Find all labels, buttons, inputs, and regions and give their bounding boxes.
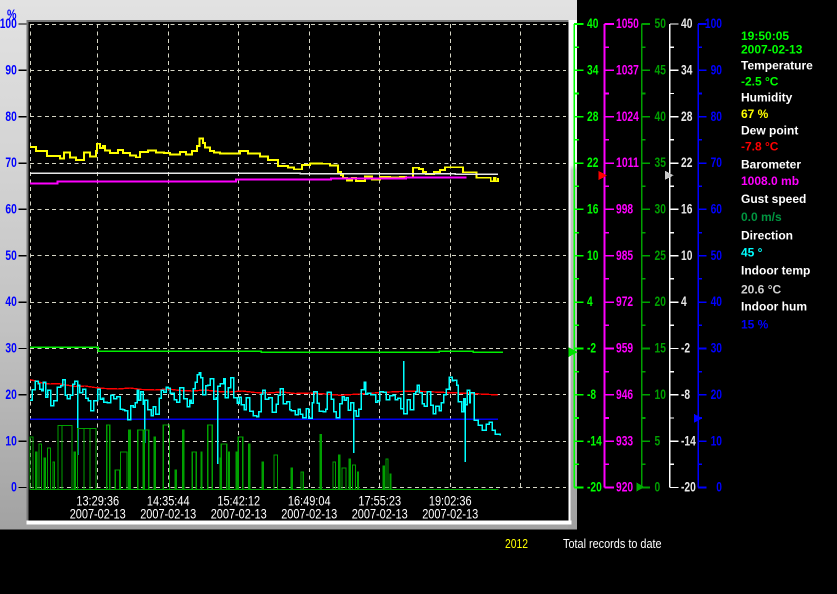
svg-text:100: 100 (705, 16, 722, 31)
svg-text:20: 20 (655, 294, 666, 309)
svg-text:946: 946 (616, 387, 633, 402)
svg-text:10: 10 (587, 248, 598, 263)
svg-text:-7.8 °C: -7.8 °C (741, 140, 779, 154)
svg-text:22: 22 (587, 155, 598, 170)
svg-text:0: 0 (716, 480, 722, 495)
svg-text:1050: 1050 (616, 16, 639, 31)
svg-text:28: 28 (681, 109, 693, 124)
svg-text:-20: -20 (681, 480, 696, 495)
svg-text:28: 28 (587, 109, 599, 124)
svg-text:30: 30 (711, 341, 722, 356)
svg-text:4: 4 (681, 294, 687, 309)
svg-text:45: 45 (655, 62, 667, 77)
svg-text:15 %: 15 % (741, 318, 769, 332)
svg-text:1037: 1037 (616, 62, 639, 77)
svg-text:0: 0 (11, 480, 17, 495)
svg-text:20: 20 (711, 387, 722, 402)
svg-text:2007-02-13: 2007-02-13 (352, 506, 408, 522)
svg-text:50: 50 (5, 248, 16, 263)
svg-text:2012: 2012 (505, 537, 528, 551)
svg-text:60: 60 (5, 202, 16, 217)
svg-text:67 %: 67 % (741, 107, 769, 121)
svg-text:20.6 °C: 20.6 °C (741, 282, 781, 296)
svg-text:2007-02-13: 2007-02-13 (741, 43, 803, 57)
svg-text:Total records to date: Total records to date (563, 537, 662, 551)
svg-text:-8: -8 (681, 387, 690, 402)
svg-text:0: 0 (655, 480, 661, 495)
svg-text:80: 80 (711, 109, 722, 124)
svg-text:Barometer: Barometer (741, 158, 801, 172)
svg-text:1008.0 mb: 1008.0 mb (741, 174, 799, 188)
svg-text:70: 70 (5, 155, 16, 170)
svg-text:16: 16 (681, 202, 693, 217)
svg-text:25: 25 (655, 248, 667, 263)
svg-text:-2: -2 (587, 341, 596, 356)
svg-text:16: 16 (587, 202, 599, 217)
svg-text:1024: 1024 (616, 109, 639, 124)
svg-text:Indoor hum: Indoor hum (741, 299, 807, 313)
svg-text:5: 5 (655, 433, 661, 448)
svg-text:Dew point: Dew point (741, 123, 798, 137)
svg-text:-14: -14 (681, 433, 696, 448)
svg-text:Humidity: Humidity (741, 91, 793, 105)
svg-text:933: 933 (616, 433, 633, 448)
svg-text:2007-02-13: 2007-02-13 (211, 506, 267, 522)
svg-text:Temperature: Temperature (741, 59, 813, 73)
svg-text:90: 90 (711, 62, 722, 77)
svg-text:35: 35 (655, 155, 667, 170)
svg-text:10: 10 (681, 248, 692, 263)
svg-text:Gust speed: Gust speed (741, 192, 806, 206)
svg-text:30: 30 (655, 202, 666, 217)
svg-text:40: 40 (5, 294, 16, 309)
svg-text:2007-02-13: 2007-02-13 (281, 506, 337, 522)
svg-text:0.0 m/s: 0.0 m/s (741, 210, 782, 224)
svg-text:920: 920 (616, 480, 633, 495)
svg-text:30: 30 (5, 341, 16, 356)
svg-text:60: 60 (711, 202, 722, 217)
svg-text:Direction: Direction (741, 228, 793, 242)
svg-text:40: 40 (655, 109, 666, 124)
svg-text:40: 40 (587, 16, 598, 31)
svg-text:45 °: 45 ° (741, 246, 763, 260)
svg-text:50: 50 (655, 16, 666, 31)
svg-text:2007-02-13: 2007-02-13 (422, 506, 478, 522)
svg-text:2007-02-13: 2007-02-13 (70, 506, 126, 522)
svg-text:985: 985 (616, 248, 633, 263)
svg-text:959: 959 (616, 341, 633, 356)
svg-text:-2.5 °C: -2.5 °C (741, 74, 779, 88)
svg-text:-8: -8 (587, 387, 596, 402)
svg-text:10: 10 (655, 387, 666, 402)
svg-text:972: 972 (616, 294, 633, 309)
svg-text:2007-02-13: 2007-02-13 (140, 506, 196, 522)
svg-text:1011: 1011 (616, 155, 639, 170)
svg-text:19:50:05: 19:50:05 (741, 29, 789, 43)
svg-text:50: 50 (711, 248, 722, 263)
svg-text:34: 34 (587, 62, 599, 77)
svg-text:4: 4 (587, 294, 593, 309)
svg-text:-20: -20 (587, 480, 602, 495)
svg-text:-2: -2 (681, 341, 690, 356)
svg-text:100: 100 (0, 16, 17, 31)
svg-text:998: 998 (616, 202, 633, 217)
svg-text:34: 34 (681, 62, 693, 77)
svg-text:40: 40 (681, 16, 692, 31)
svg-text:15: 15 (655, 341, 667, 356)
svg-text:22: 22 (681, 155, 692, 170)
svg-text:80: 80 (5, 109, 16, 124)
svg-text:Indoor temp: Indoor temp (741, 263, 810, 277)
svg-text:90: 90 (5, 62, 16, 77)
svg-text:40: 40 (711, 294, 722, 309)
svg-text:20: 20 (5, 387, 16, 402)
svg-text:10: 10 (5, 433, 16, 448)
svg-text:10: 10 (711, 433, 722, 448)
svg-text:70: 70 (711, 155, 722, 170)
svg-text:-14: -14 (587, 433, 602, 448)
